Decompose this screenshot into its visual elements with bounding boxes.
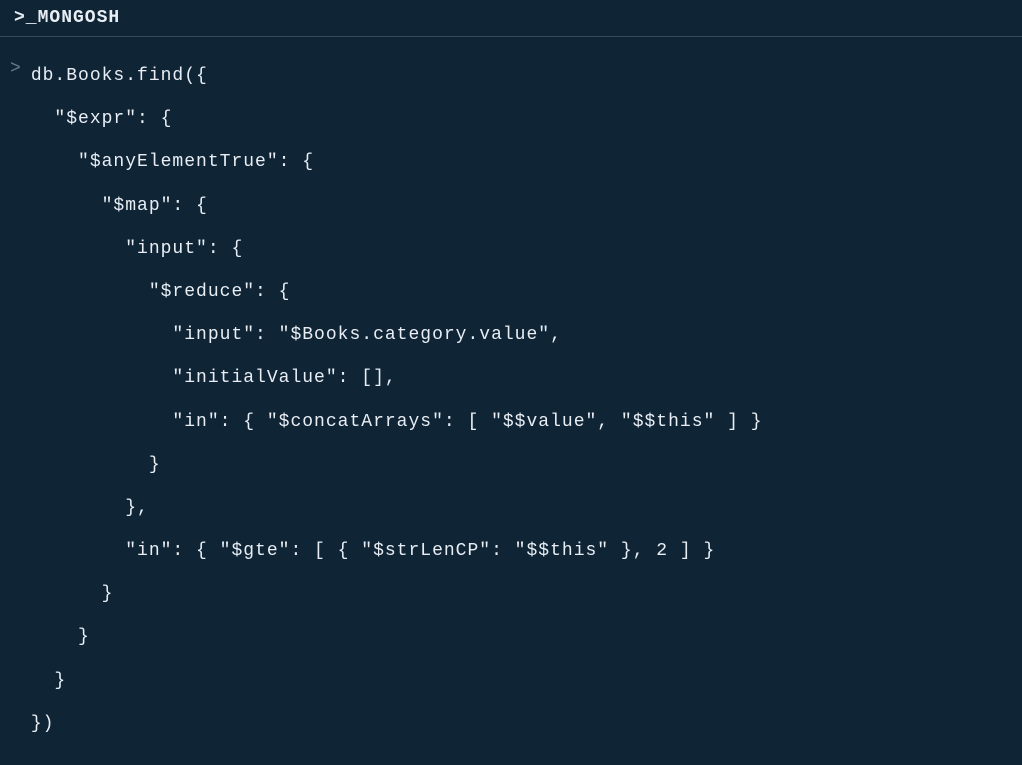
code-line: "input": "$Books.category.value", <box>31 325 562 345</box>
code-line: "input": { <box>31 239 243 259</box>
code-line: "in": { "$gte": [ { "$strLenCP": "$$this… <box>31 541 716 561</box>
code-line: }, <box>31 498 149 518</box>
code-line: "$reduce": { <box>31 282 291 302</box>
shell-title: >_MONGOSH <box>14 8 120 28</box>
code-line: "$expr": { <box>31 109 173 129</box>
prompt-line: > db.Books.find({ "$expr": { "$anyElemen… <box>10 55 1012 746</box>
code-line: } <box>31 455 161 475</box>
code-line: "$map": { <box>31 196 208 216</box>
code-line: "$anyElementTrue": { <box>31 152 314 172</box>
code-line: } <box>31 584 114 604</box>
shell-body: > db.Books.find({ "$expr": { "$anyElemen… <box>0 37 1022 764</box>
code-line: } <box>31 671 66 691</box>
code-input[interactable]: db.Books.find({ "$expr": { "$anyElementT… <box>31 55 763 746</box>
prompt-chevron-icon: > <box>10 55 21 84</box>
code-line: db.Books.find({ <box>31 66 208 86</box>
code-line: }) <box>31 714 55 734</box>
shell-header: >_MONGOSH <box>0 0 1022 37</box>
code-line: "initialValue": [], <box>31 368 397 388</box>
code-line: } <box>31 627 90 647</box>
code-line: "in": { "$concatArrays": [ "$$value", "$… <box>31 412 763 432</box>
